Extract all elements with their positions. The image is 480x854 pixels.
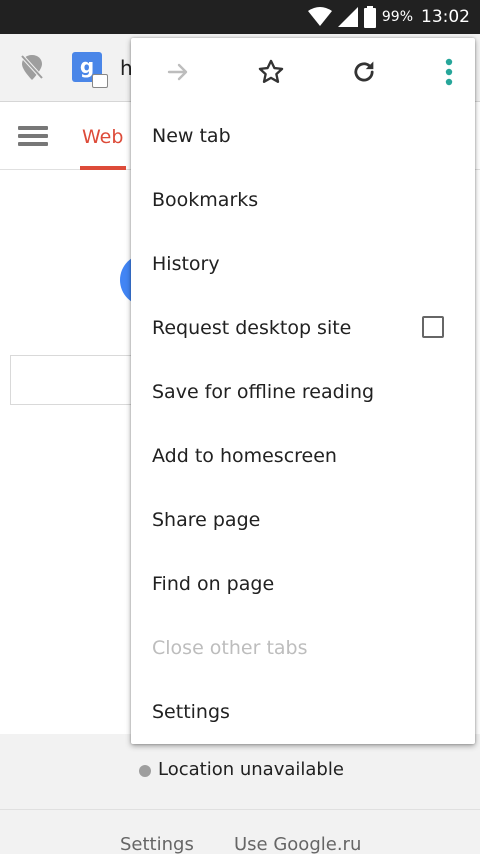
- menu-item-label: Find on page: [152, 573, 275, 595]
- menu-toolbar: [131, 38, 475, 104]
- hamburger-menu-icon[interactable]: [18, 126, 48, 150]
- tab-web[interactable]: Web: [82, 126, 123, 148]
- menu-item-save-offline[interactable]: Save for offline reading: [131, 360, 475, 424]
- google-favicon-icon[interactable]: g: [72, 52, 108, 88]
- menu-item-label: History: [152, 253, 220, 275]
- menu-item-new-tab[interactable]: New tab: [131, 104, 475, 168]
- battery-icon: [363, 6, 376, 28]
- battery-percent: 99%: [381, 9, 413, 25]
- menu-item-settings[interactable]: Settings: [131, 680, 475, 744]
- reload-icon[interactable]: [344, 52, 384, 92]
- menu-item-add-to-homescreen[interactable]: Add to homescreen: [131, 424, 475, 488]
- footer-location: Location unavailable: [0, 734, 480, 810]
- more-vert-icon[interactable]: [429, 52, 469, 92]
- location-status: Location unavailable: [158, 759, 344, 780]
- bookmark-star-icon[interactable]: [251, 52, 291, 92]
- status-bar: 99% 13:02: [0, 0, 480, 34]
- overflow-menu: New tab Bookmarks History Request deskto…: [131, 38, 475, 744]
- tab-active-indicator: [80, 166, 126, 170]
- menu-item-label: Settings: [152, 701, 230, 723]
- menu-item-label: Bookmarks: [152, 189, 259, 211]
- menu-item-request-desktop-site[interactable]: Request desktop site: [131, 296, 475, 360]
- menu-item-label: Add to homescreen: [152, 445, 337, 467]
- lock-badge-icon: [92, 74, 108, 88]
- search-input[interactable]: [10, 355, 150, 405]
- menu-item-history[interactable]: History: [131, 232, 475, 296]
- menu-item-find-on-page[interactable]: Find on page: [131, 552, 475, 616]
- menu-item-label: Share page: [152, 509, 261, 531]
- menu-item-bookmarks[interactable]: Bookmarks: [131, 168, 475, 232]
- location-dot-icon: [139, 765, 151, 777]
- signal-icon: [337, 7, 358, 27]
- footer-link-use-google[interactable]: Use Google.ru: [234, 834, 361, 854]
- menu-item-close-other-tabs: Close other tabs: [131, 616, 475, 680]
- menu-items: New tab Bookmarks History Request deskto…: [131, 104, 475, 744]
- request-desktop-checkbox[interactable]: [422, 316, 444, 338]
- menu-item-label: Save for offline reading: [152, 381, 375, 403]
- menu-item-label: Request desktop site: [152, 317, 352, 339]
- wifi-icon: [307, 7, 332, 27]
- location-off-icon[interactable]: [18, 52, 46, 86]
- forward-icon[interactable]: [158, 52, 198, 92]
- footer-links: Settings Use Google.ru: [0, 810, 480, 854]
- menu-item-share-page[interactable]: Share page: [131, 488, 475, 552]
- menu-item-label: Close other tabs: [152, 637, 308, 659]
- menu-item-label: New tab: [152, 125, 231, 147]
- clock: 13:02: [421, 7, 470, 27]
- footer-link-settings[interactable]: Settings: [120, 834, 194, 854]
